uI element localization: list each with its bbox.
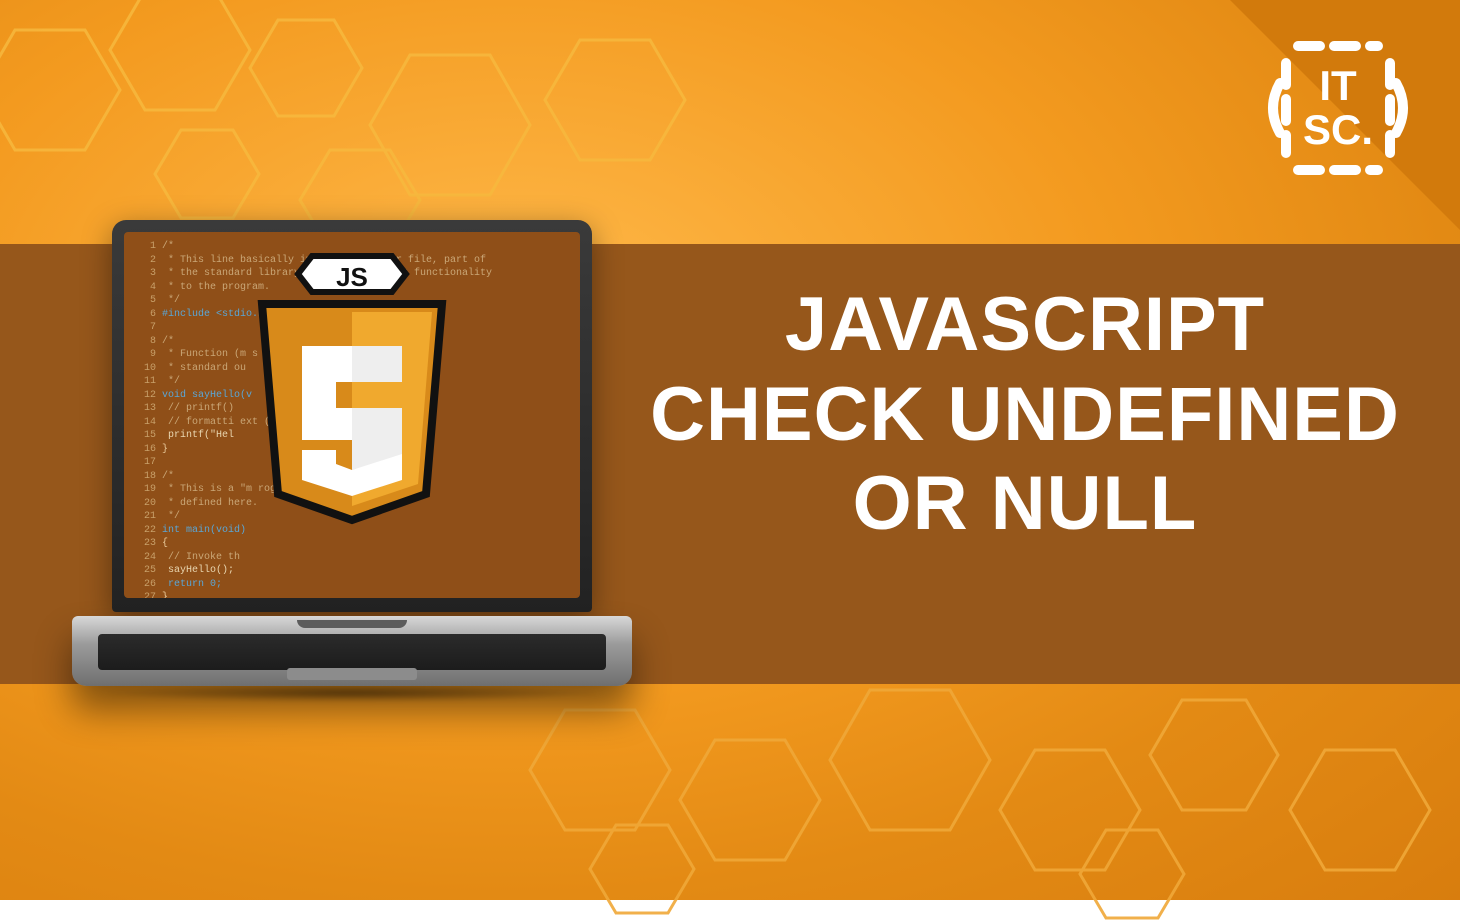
laptop-trackpad bbox=[287, 668, 417, 680]
page-title: JAVASCRIPT CHECK UNDEFINED OR NULL bbox=[630, 280, 1420, 549]
svg-text:SC.: SC. bbox=[1303, 106, 1373, 153]
brand-logo-icon: IT SC. bbox=[1258, 28, 1418, 188]
laptop-keyboard bbox=[98, 634, 606, 670]
title-line-3: OR NULL bbox=[630, 459, 1420, 549]
code-line: 25 sayHello(); bbox=[134, 564, 570, 578]
code-line: 26 return 0; bbox=[134, 578, 570, 592]
svg-text:JS: JS bbox=[336, 262, 368, 292]
laptop-base bbox=[72, 616, 632, 686]
title-line-1: JAVASCRIPT bbox=[630, 280, 1420, 370]
js-shield-icon: JS bbox=[242, 248, 462, 548]
svg-text:IT: IT bbox=[1319, 62, 1357, 109]
title-line-2: CHECK UNDEFINED bbox=[630, 370, 1420, 460]
laptop-shadow bbox=[102, 684, 602, 702]
code-line: 27} bbox=[134, 591, 570, 598]
code-line: 24 // Invoke th bbox=[134, 551, 570, 565]
laptop-illustration: 1/*2 * This line basically im "stdio" he… bbox=[72, 220, 632, 740]
